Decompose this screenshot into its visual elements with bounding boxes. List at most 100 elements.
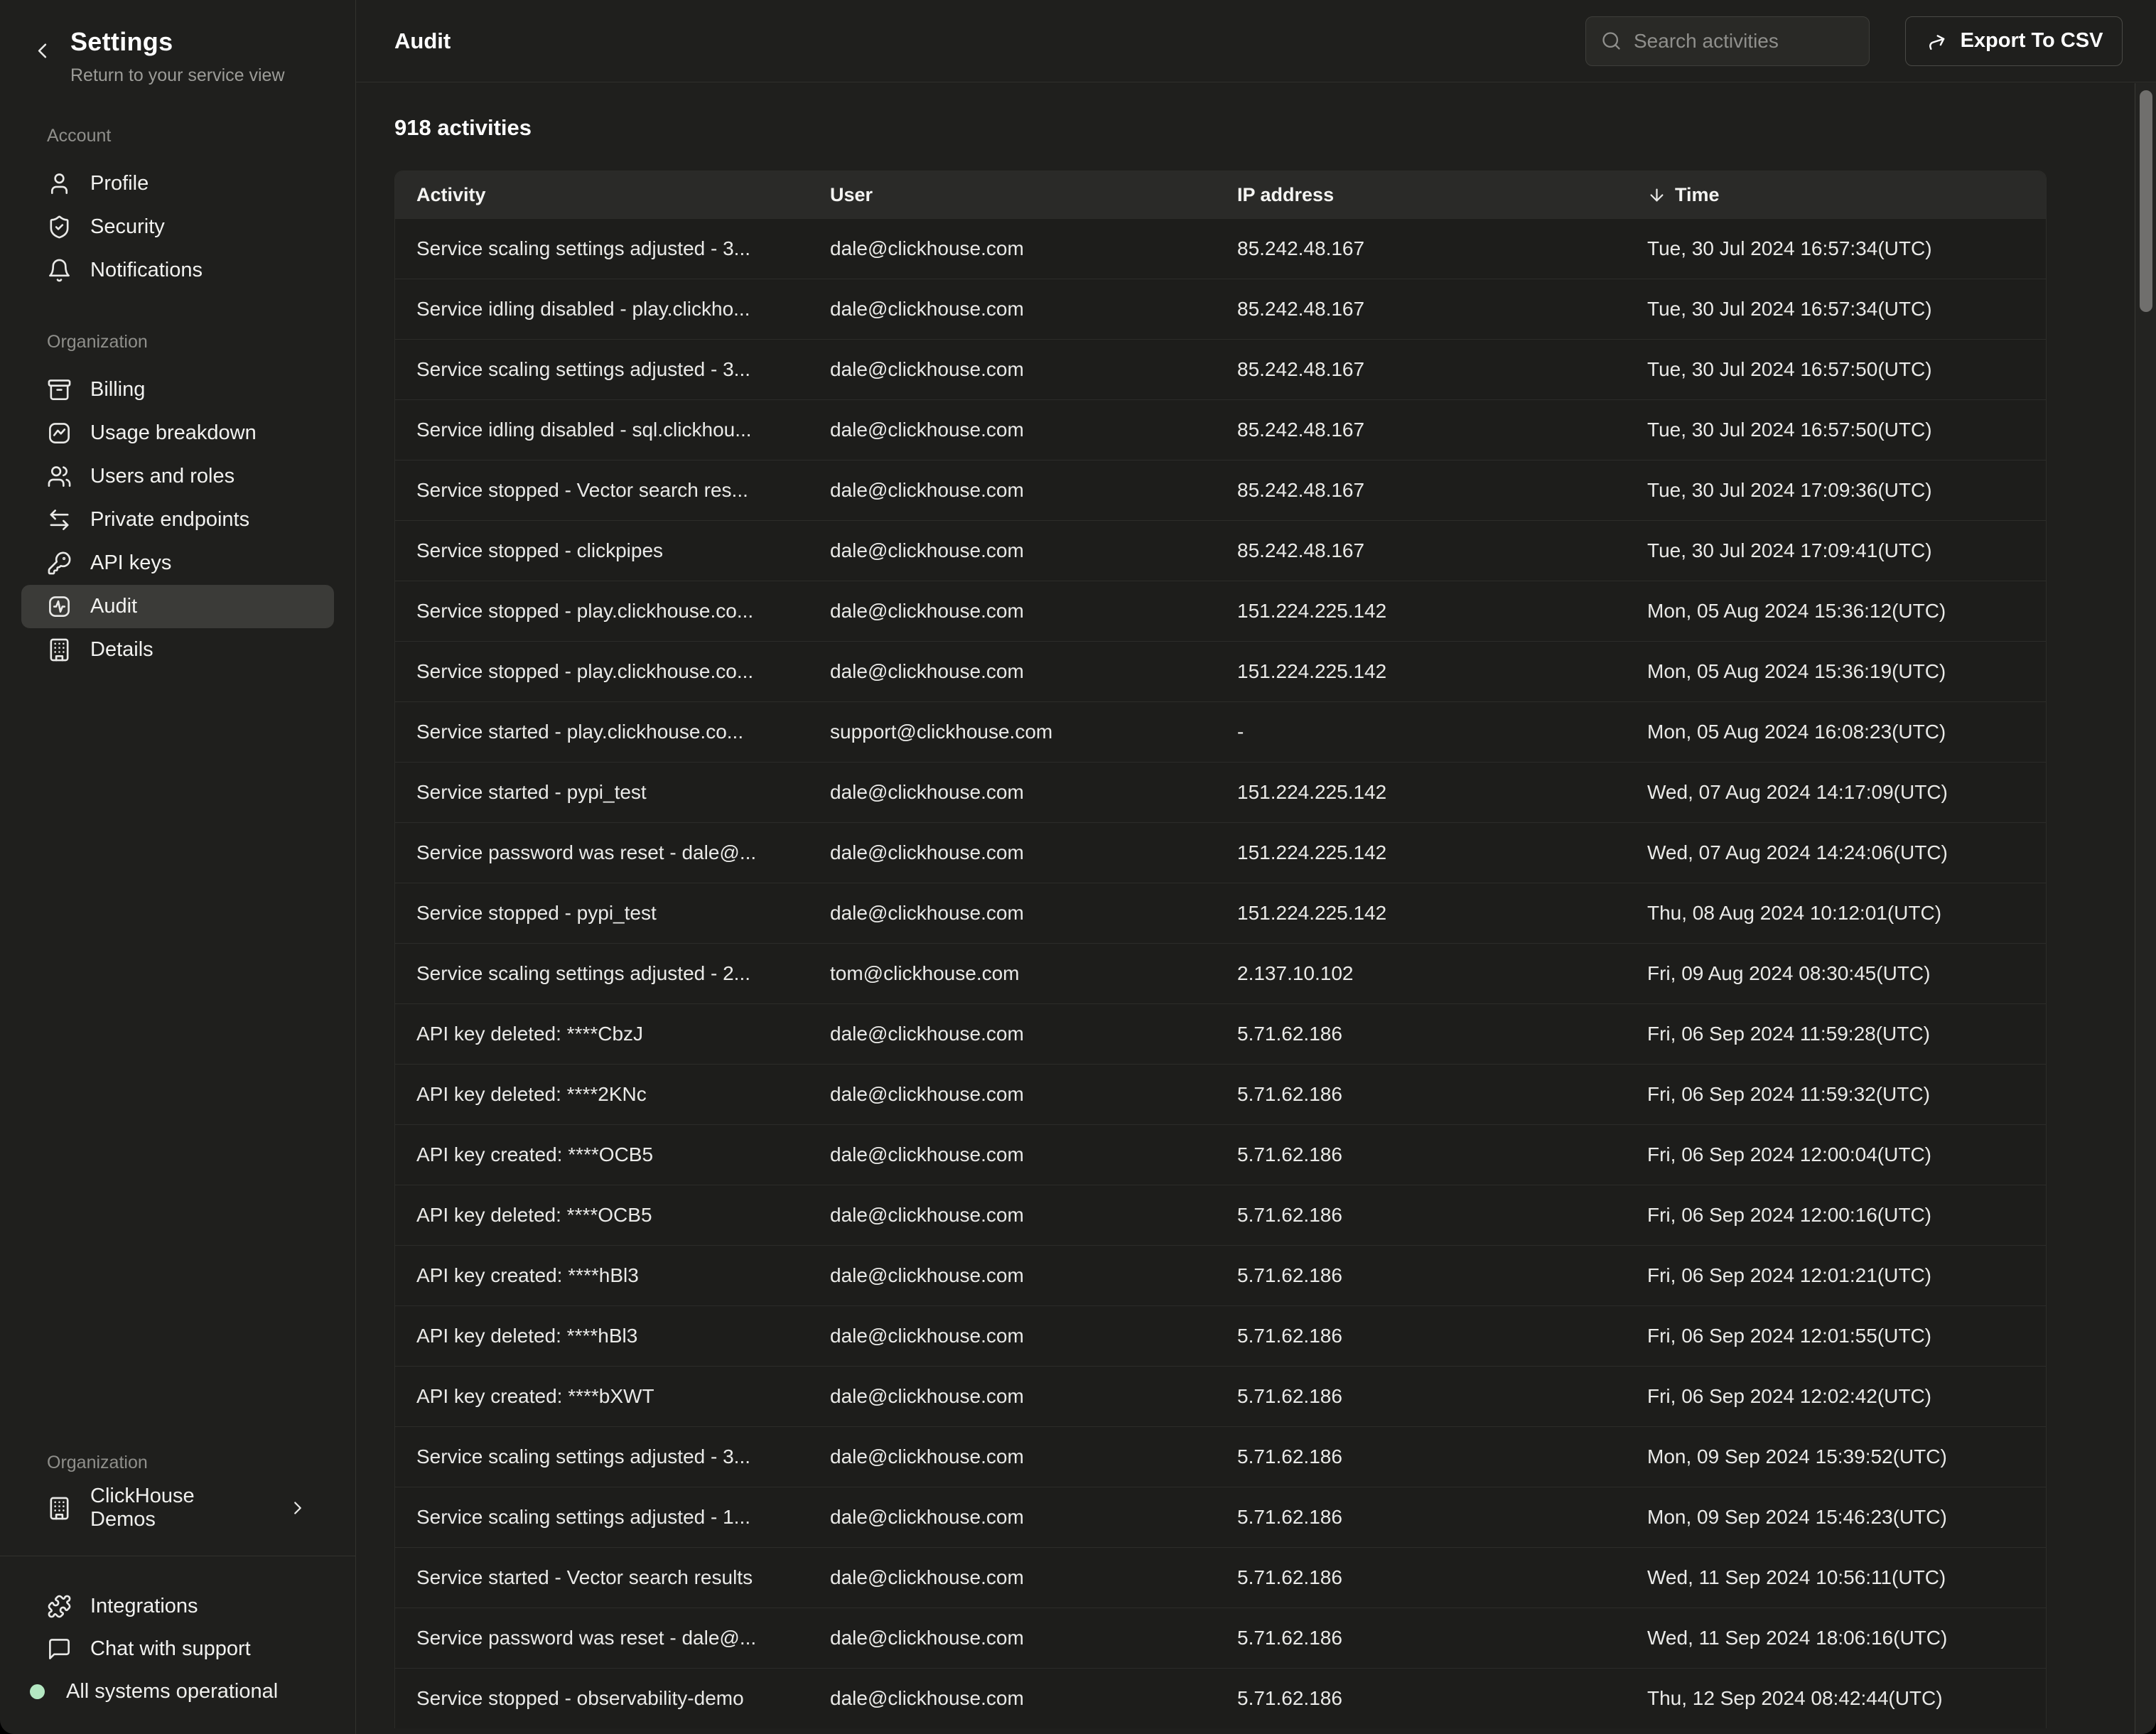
section-label: Organization [21,332,334,352]
table-row: API key created: ****hBl3dale@clickhouse… [395,1245,2046,1305]
sidebar-item-organization[interactable]: ClickHouse Demos [21,1486,334,1530]
column-header-time[interactable]: Time [1626,184,2046,206]
table-row: Service stopped - play.clickhouse.co...d… [395,581,2046,641]
user-cell: dale@clickhouse.com [809,298,1216,321]
sidebar-item-private-endpoints[interactable]: Private endpoints [21,498,334,542]
user-cell: dale@clickhouse.com [809,1566,1216,1589]
user-cell: dale@clickhouse.com [809,1687,1216,1710]
time-cell: Tue, 30 Jul 2024 16:57:50(UTC) [1626,358,2046,381]
arrows-left-right-icon [47,507,72,532]
sidebar-item-users-and-roles[interactable]: Users and roles [21,455,334,498]
main-panel: Audit Export To CSV 918 activities Activ… [356,0,2156,1734]
ip-address-cell: 5.71.62.186 [1216,1143,1626,1166]
time-cell: Fri, 06 Sep 2024 11:59:32(UTC) [1626,1083,2046,1106]
time-cell: Fri, 06 Sep 2024 12:00:04(UTC) [1626,1143,2046,1166]
table-row: API key deleted: ****CbzJdale@clickhouse… [395,1003,2046,1064]
scrollbar-track[interactable] [2135,83,2156,1734]
time-cell: Mon, 05 Aug 2024 15:36:12(UTC) [1626,600,2046,623]
ip-address-cell: 5.71.62.186 [1216,1023,1626,1045]
table-row: Service stopped - observability-demodale… [395,1668,2046,1728]
sidebar-item-integrations[interactable]: Integrations [21,1585,334,1627]
user-cell: dale@clickhouse.com [809,479,1216,502]
search-activities-input[interactable] [1634,30,1855,53]
sidebar-item-label: Billing [90,378,145,402]
sidebar-item-profile[interactable]: Profile [21,162,334,205]
table-row: Service idling disabled - play.clickho..… [395,279,2046,339]
sidebar: Settings Return to your service view Acc… [0,0,356,1734]
app-window: Settings Return to your service view Acc… [0,0,2156,1734]
bell-icon [47,258,72,283]
system-status[interactable]: All systems operational [0,1670,355,1713]
activity-cell: Service scaling settings adjusted - 1... [395,1506,809,1529]
user-cell: dale@clickhouse.com [809,660,1216,683]
search-activities-box [1585,16,1870,66]
page-title: Audit [394,28,451,54]
sidebar-item-usage-breakdown[interactable]: Usage breakdown [21,411,334,455]
time-cell: Mon, 05 Aug 2024 16:08:23(UTC) [1626,721,2046,743]
table-row: Service scaling settings adjusted - 3...… [395,1426,2046,1487]
sidebar-item-api-keys[interactable]: API keys [21,542,334,585]
building-icon [47,637,72,662]
user-cell: dale@clickhouse.com [809,1506,1216,1529]
ip-address-cell: 5.71.62.186 [1216,1264,1626,1287]
ip-address-cell: 5.71.62.186 [1216,1385,1626,1408]
table-row: API key deleted: ****hBl3dale@clickhouse… [395,1305,2046,1366]
audit-table: ActivityUserIP addressTime Service scali… [394,171,2047,1728]
user-cell: dale@clickhouse.com [809,358,1216,381]
time-cell: Wed, 11 Sep 2024 18:06:16(UTC) [1626,1627,2046,1649]
column-header-user[interactable]: User [809,184,1216,206]
sidebar-item-details[interactable]: Details [21,628,334,672]
sidebar-section-organization: Organization Billing Usage breakdown Users … [0,332,355,672]
table-row: Service scaling settings adjusted - 3...… [395,339,2046,399]
table-row: Service stopped - Vector search res...da… [395,460,2046,520]
ip-address-cell: 5.71.62.186 [1216,1083,1626,1106]
export-csv-button[interactable]: Export To CSV [1905,16,2123,66]
time-cell: Tue, 30 Jul 2024 17:09:36(UTC) [1626,479,2046,502]
table-row: Service scaling settings adjusted - 3...… [395,218,2046,279]
ip-address-cell: - [1216,721,1626,743]
back-button[interactable] [30,38,55,63]
user-cell: dale@clickhouse.com [809,1204,1216,1227]
sidebar-item-label: API keys [90,551,171,575]
activity-cell: Service stopped - clickpipes [395,539,809,562]
time-cell: Mon, 09 Sep 2024 15:39:52(UTC) [1626,1445,2046,1468]
activity-cell: Service scaling settings adjusted - 3... [395,358,809,381]
settings-title: Settings [70,27,285,57]
organization-name: ClickHouse Demos [90,1485,250,1531]
organization-footer-label: Organization [0,1453,355,1473]
table-row: Service started - play.clickhouse.co...s… [395,701,2046,762]
sidebar-item-label: Notifications [90,259,203,282]
user-cell: dale@clickhouse.com [809,1385,1216,1408]
user-cell: dale@clickhouse.com [809,1023,1216,1045]
sidebar-item-label: Users and roles [90,465,235,488]
sidebar-item-security[interactable]: Security [21,205,334,249]
ip-address-cell: 5.71.62.186 [1216,1445,1626,1468]
forward-arrow-icon [1925,30,1948,53]
sidebar-item-notifications[interactable]: Notifications [21,249,334,292]
audit-content: 918 activities ActivityUserIP addressTim… [356,82,2156,1734]
column-header-ip-address[interactable]: IP address [1216,184,1626,206]
sidebar-item-audit[interactable]: Audit [21,585,334,628]
chat-bubble-icon [47,1637,72,1662]
activity-cell: Service idling disabled - sql.clickhou..… [395,419,809,441]
ip-address-cell: 151.224.225.142 [1216,660,1626,683]
activity-cell: API key deleted: ****2KNc [395,1083,809,1106]
activity-cell: Service started - play.clickhouse.co... [395,721,809,743]
time-cell: Wed, 07 Aug 2024 14:17:09(UTC) [1626,781,2046,804]
user-cell: dale@clickhouse.com [809,1325,1216,1347]
table-row: API key deleted: ****OCB5dale@clickhouse… [395,1185,2046,1245]
user-cell: support@clickhouse.com [809,721,1216,743]
ip-address-cell: 85.242.48.167 [1216,237,1626,260]
status-dot-icon [30,1684,45,1699]
ip-address-cell: 85.242.48.167 [1216,298,1626,321]
column-header-activity[interactable]: Activity [395,184,809,206]
sidebar-item-chat-with-support[interactable]: Chat with support [21,1627,334,1670]
scrollbar-thumb[interactable] [2140,90,2152,312]
status-label: All systems operational [66,1680,278,1703]
sidebar-item-billing[interactable]: Billing [21,368,334,411]
shield-check-icon [47,215,72,239]
ip-address-cell: 151.224.225.142 [1216,841,1626,864]
activity-cell: Service stopped - Vector search res... [395,479,809,502]
time-cell: Mon, 05 Aug 2024 15:36:19(UTC) [1626,660,2046,683]
table-row: Service scaling settings adjusted - 1...… [395,1487,2046,1547]
